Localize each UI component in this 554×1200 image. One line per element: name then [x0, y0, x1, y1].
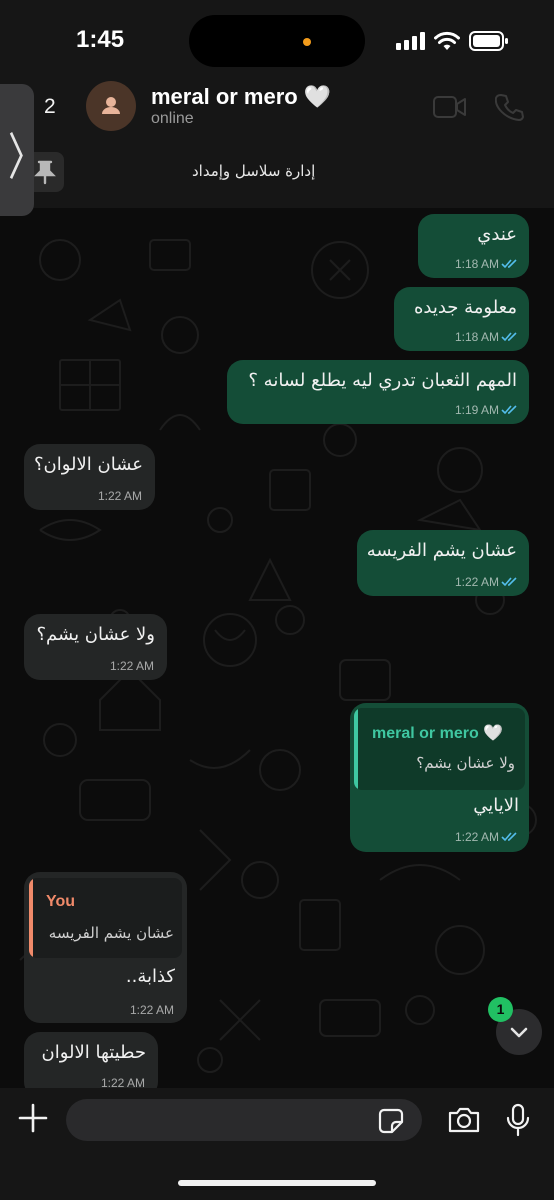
phone-call-icon[interactable]: [495, 92, 525, 122]
reply-quote-name: meral or mero 🤍: [372, 725, 504, 742]
double-tick-icon: [501, 259, 517, 269]
double-tick-icon: [501, 832, 517, 842]
message-text: كذابة..: [125, 966, 175, 987]
battery-icon: [469, 31, 508, 51]
message-time: 1:22 AM: [97, 489, 142, 503]
message-text: المهم الثعبان تدري ليه يطلع لسانه ؟: [248, 370, 517, 391]
message-text: عندي: [477, 224, 517, 245]
video-call-icon[interactable]: [433, 95, 467, 119]
message-bubble-incoming-reply[interactable]: You عشان يشم الفريسه كذابة.. 1:22 AM: [24, 872, 187, 1023]
pinned-message-text[interactable]: إدارة سلاسل وإمداد: [192, 162, 315, 180]
status-bar: 1:45: [0, 0, 554, 80]
message-bubble-incoming[interactable]: ولا عشان يشم؟ 1:22 AM: [24, 614, 167, 680]
side-chevron-icon: 〉: [8, 130, 45, 188]
message-bubble-outgoing-reply[interactable]: meral or mero 🤍 ولا عشان يشم؟ الايايي 1:…: [350, 703, 529, 852]
avatar[interactable]: [86, 81, 136, 131]
back-unread-count[interactable]: 2: [44, 95, 56, 119]
double-tick-icon: [501, 577, 517, 587]
double-tick-icon: [501, 405, 517, 415]
message-bubble-outgoing[interactable]: المهم الثعبان تدري ليه يطلع لسانه ؟ 1:19…: [227, 360, 529, 424]
reply-quote-text: ولا عشان يشم؟: [416, 754, 515, 772]
message-time: 1:18 AM: [454, 257, 499, 271]
message-bubble-outgoing[interactable]: معلومة جديده 1:18 AM: [394, 287, 529, 351]
message-input[interactable]: [66, 1099, 422, 1141]
message-text: حطيتها الالوان: [41, 1042, 146, 1063]
contact-status: online: [151, 110, 194, 127]
status-time: 1:45: [76, 26, 125, 53]
plus-icon[interactable]: [18, 1103, 48, 1133]
message-text: ولا عشان يشم؟: [36, 624, 155, 645]
camera-icon[interactable]: [447, 1106, 481, 1134]
message-time: 1:19 AM: [454, 403, 499, 417]
wifi-icon: [434, 31, 460, 50]
message-text: الايايي: [473, 795, 519, 816]
message-time: 1:22 AM: [454, 575, 499, 589]
message-time: 1:22 AM: [109, 659, 154, 673]
message-time: 1:22 AM: [454, 830, 499, 844]
message-bubble-outgoing[interactable]: عندي 1:18 AM: [418, 214, 529, 278]
message-text: عشان يشم الفريسه: [366, 540, 517, 561]
reply-quote-bar: [29, 878, 33, 958]
reply-quote-text: عشان يشم الفريسه: [48, 924, 174, 942]
reply-quote[interactable]: meral or mero 🤍 ولا عشان يشم؟: [354, 708, 525, 790]
message-bubble-outgoing[interactable]: عشان يشم الفريسه 1:22 AM: [357, 530, 529, 596]
message-time: 1:22 AM: [129, 1003, 174, 1017]
privacy-indicator-dot: [303, 38, 311, 46]
unread-count-badge: 1: [488, 997, 513, 1022]
message-text: عشان الالوان؟: [33, 454, 143, 475]
person-icon: [102, 97, 120, 114]
message-bubble-incoming[interactable]: عشان الالوان؟ 1:22 AM: [24, 444, 155, 510]
cellular-signal-icon: [396, 32, 426, 50]
sticker-icon[interactable]: [378, 1108, 404, 1134]
reply-quote-bar: [354, 708, 358, 790]
home-indicator[interactable]: [178, 1180, 376, 1186]
reply-quote-name: You: [46, 893, 76, 910]
mic-icon[interactable]: [506, 1103, 530, 1137]
contact-name[interactable]: meral or mero 🤍: [151, 84, 331, 110]
dynamic-island: [189, 15, 365, 67]
reply-quote[interactable]: You عشان يشم الفريسه: [29, 878, 182, 958]
side-panel-handle[interactable]: 〉: [0, 84, 44, 216]
message-time: 1:18 AM: [454, 330, 499, 344]
message-text: معلومة جديده: [413, 297, 517, 318]
double-tick-icon: [501, 332, 517, 342]
